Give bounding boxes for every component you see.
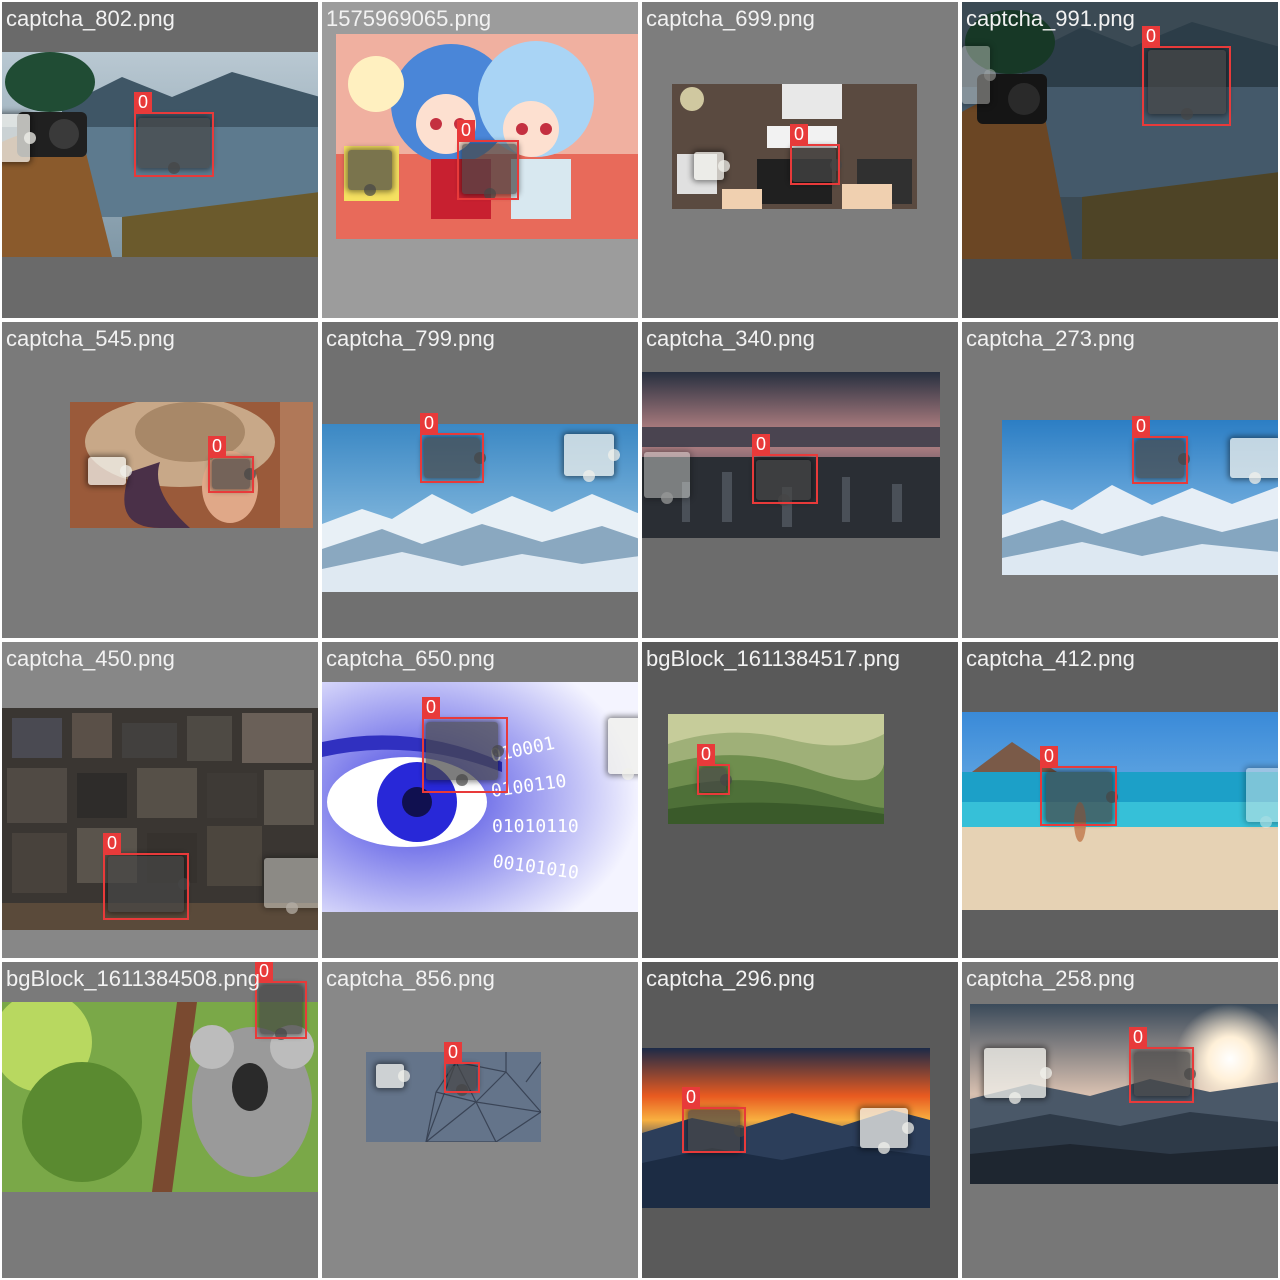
detection-class-label: 0 xyxy=(1142,26,1160,46)
tile-filename: bgBlock_1611384508.png xyxy=(6,966,261,991)
tile-captcha-296: captcha_296.png 0 xyxy=(640,960,960,1280)
detection-box: 0 xyxy=(457,120,519,200)
tile-captcha-450: captcha_450.png 0 xyxy=(0,640,320,960)
tile-captcha-650: captcha_650.png 010001 0100110 01010110 … xyxy=(320,640,640,960)
detection-box: 0 xyxy=(1129,1027,1194,1103)
detection-box: 0 xyxy=(255,962,307,1039)
detection-box: 0 xyxy=(444,1042,480,1093)
tile-captcha-856: captcha_856.png 0 xyxy=(320,960,640,1280)
detection-class-label: 0 xyxy=(790,124,808,144)
detection-mosaic-grid: captcha_802.png 0 1575969065.png 0 captc… xyxy=(0,0,1280,1280)
detection-class-label: 0 xyxy=(1040,746,1058,766)
tile-filename: captcha_799.png xyxy=(326,326,495,351)
tile-image xyxy=(336,34,638,239)
tile-filename: captcha_699.png xyxy=(646,6,815,31)
puzzle-slider-piece xyxy=(564,434,620,482)
detection-class-label: 0 xyxy=(1129,1027,1147,1047)
tile-captcha-699: captcha_699.png 0 xyxy=(640,0,960,320)
tile-captcha-545: captcha_545.png 0 xyxy=(0,320,320,640)
detection-box: 0 xyxy=(208,436,254,493)
puzzle-slider-piece xyxy=(1230,438,1278,484)
puzzle-slider-piece xyxy=(962,46,996,104)
detection-box: 0 xyxy=(1132,416,1188,484)
detection-class-label: 0 xyxy=(457,120,475,140)
puzzle-slider-piece xyxy=(376,1064,410,1088)
detection-box: 0 xyxy=(422,697,508,793)
tile-captcha-273: captcha_273.png 0 xyxy=(960,320,1280,640)
tile-captcha-991: captcha_991.png 0 xyxy=(960,0,1280,320)
detection-box: 0 xyxy=(697,744,730,795)
detection-class-label: 0 xyxy=(444,1042,462,1062)
tile-captcha-258: captcha_258.png 0 xyxy=(960,960,1280,1280)
tile-captcha-412: captcha_412.png 0 xyxy=(960,640,1280,960)
tile-filename: captcha_296.png xyxy=(646,966,815,991)
puzzle-slider-piece xyxy=(348,150,392,196)
puzzle-slider-piece xyxy=(1246,768,1278,828)
tile-1575969065: 1575969065.png 0 xyxy=(320,0,640,320)
detection-box: 0 xyxy=(752,434,818,504)
tile-bgblock-1611384517: bgBlock_1611384517.png 0 xyxy=(640,640,960,960)
tile-filename: captcha_340.png xyxy=(646,326,815,351)
tile-filename: captcha_412.png xyxy=(966,646,1135,671)
svg-text:01010110: 01010110 xyxy=(492,816,579,837)
tile-captcha-802: captcha_802.png 0 xyxy=(0,0,320,320)
puzzle-slider-piece xyxy=(984,1048,1052,1104)
detection-box: 0 xyxy=(420,413,484,483)
detection-box: 0 xyxy=(103,833,189,920)
detection-box: 0 xyxy=(682,1087,746,1153)
detection-class-label: 0 xyxy=(422,697,440,717)
tile-image xyxy=(962,2,1278,259)
detection-class-label: 0 xyxy=(103,833,121,853)
detection-class-label: 0 xyxy=(420,413,438,433)
detection-box: 0 xyxy=(790,124,840,185)
puzzle-slider-piece xyxy=(88,457,132,485)
tile-filename: captcha_856.png xyxy=(326,966,495,991)
puzzle-slider-piece xyxy=(608,718,638,780)
detection-class-label: 0 xyxy=(752,434,770,454)
tile-filename: captcha_802.png xyxy=(6,6,175,31)
tile-bgblock-1611384508: bgBlock_1611384508.png 0 xyxy=(0,960,320,1280)
detection-class-label: 0 xyxy=(682,1087,700,1107)
detection-box: 0 xyxy=(134,92,214,177)
tile-filename: 1575969065.png xyxy=(326,6,492,31)
tile-captcha-799: captcha_799.png 0 xyxy=(320,320,640,640)
tile-filename: captcha_450.png xyxy=(6,646,175,671)
detection-box: 0 xyxy=(1142,26,1231,126)
puzzle-slider-piece xyxy=(860,1108,914,1154)
tile-filename: bgBlock_1611384517.png xyxy=(646,646,901,671)
tile-filename: captcha_650.png xyxy=(326,646,495,671)
detection-class-label: 0 xyxy=(697,744,715,764)
tile-captcha-340: captcha_340.png 0 xyxy=(640,320,960,640)
puzzle-slider-piece xyxy=(694,152,730,180)
puzzle-slider-piece xyxy=(264,858,318,914)
puzzle-slider-piece xyxy=(644,452,690,504)
detection-class-label: 0 xyxy=(134,92,152,112)
tile-image xyxy=(962,712,1278,910)
detection-class-label: 0 xyxy=(1132,416,1150,436)
detection-box: 0 xyxy=(1040,746,1117,826)
tile-filename: captcha_545.png xyxy=(6,326,175,351)
tile-filename: captcha_273.png xyxy=(966,326,1135,351)
puzzle-slider-piece xyxy=(2,114,36,162)
detection-class-label: 0 xyxy=(208,436,226,456)
tile-filename: captcha_991.png xyxy=(966,6,1135,31)
tile-filename: captcha_258.png xyxy=(966,966,1135,991)
